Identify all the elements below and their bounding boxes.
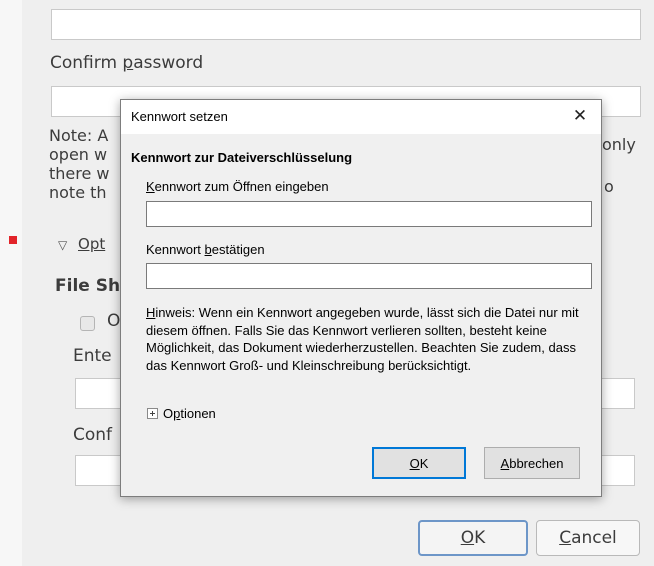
bg-note-text-right-2: o xyxy=(604,177,614,196)
dialog-titlebar: Kennwort setzen ✕ xyxy=(121,100,601,134)
bg-password-input[interactable] xyxy=(51,9,641,40)
encryption-section-heading: Kennwort zur Dateiverschlüsselung xyxy=(131,150,353,165)
close-icon[interactable]: ✕ xyxy=(569,105,591,127)
open-password-label: Kennwort zum Öffnen eingeben xyxy=(146,179,329,194)
collapse-triangle-icon: ▽ xyxy=(58,238,68,252)
bg-options-label: Opt xyxy=(78,235,106,253)
options-expander[interactable]: Optionen xyxy=(147,406,216,421)
dialog-title: Kennwort setzen xyxy=(131,109,228,124)
background-left-strip xyxy=(0,0,22,566)
bg-file-sharing-heading: File Sh xyxy=(55,276,121,296)
confirm-password-label: Kennwort bestätigen xyxy=(146,242,265,257)
red-marker xyxy=(9,236,17,244)
expand-plus-icon xyxy=(147,408,158,419)
bg-confirm-label: Conf xyxy=(73,425,113,445)
bg-note-text-left: Note: A open w there w note th xyxy=(49,126,110,202)
bg-ok-button[interactable]: OK xyxy=(418,520,528,556)
bg-note-text-right-1: only xyxy=(602,135,636,154)
open-password-input[interactable] xyxy=(146,201,592,227)
bg-checkbox-label: O xyxy=(107,311,121,331)
bg-confirm-password-label: Confirm password xyxy=(50,53,204,73)
set-password-dialog: Kennwort setzen ✕ Kennwort zur Dateivers… xyxy=(120,99,602,497)
confirm-password-input[interactable] xyxy=(146,263,592,289)
bg-enter-label: Ente xyxy=(73,346,112,366)
bg-checkbox[interactable] xyxy=(80,316,95,331)
password-hint-text: Hinweis: Wenn ein Kennwort angegeben wur… xyxy=(146,305,579,373)
bg-options-expander[interactable]: ▽ Opt xyxy=(58,235,105,253)
cancel-button[interactable]: Abbrechen xyxy=(484,447,580,479)
ok-button[interactable]: OK xyxy=(372,447,466,479)
options-label: Optionen xyxy=(163,406,216,421)
bg-cancel-button[interactable]: Cancel xyxy=(536,520,640,556)
